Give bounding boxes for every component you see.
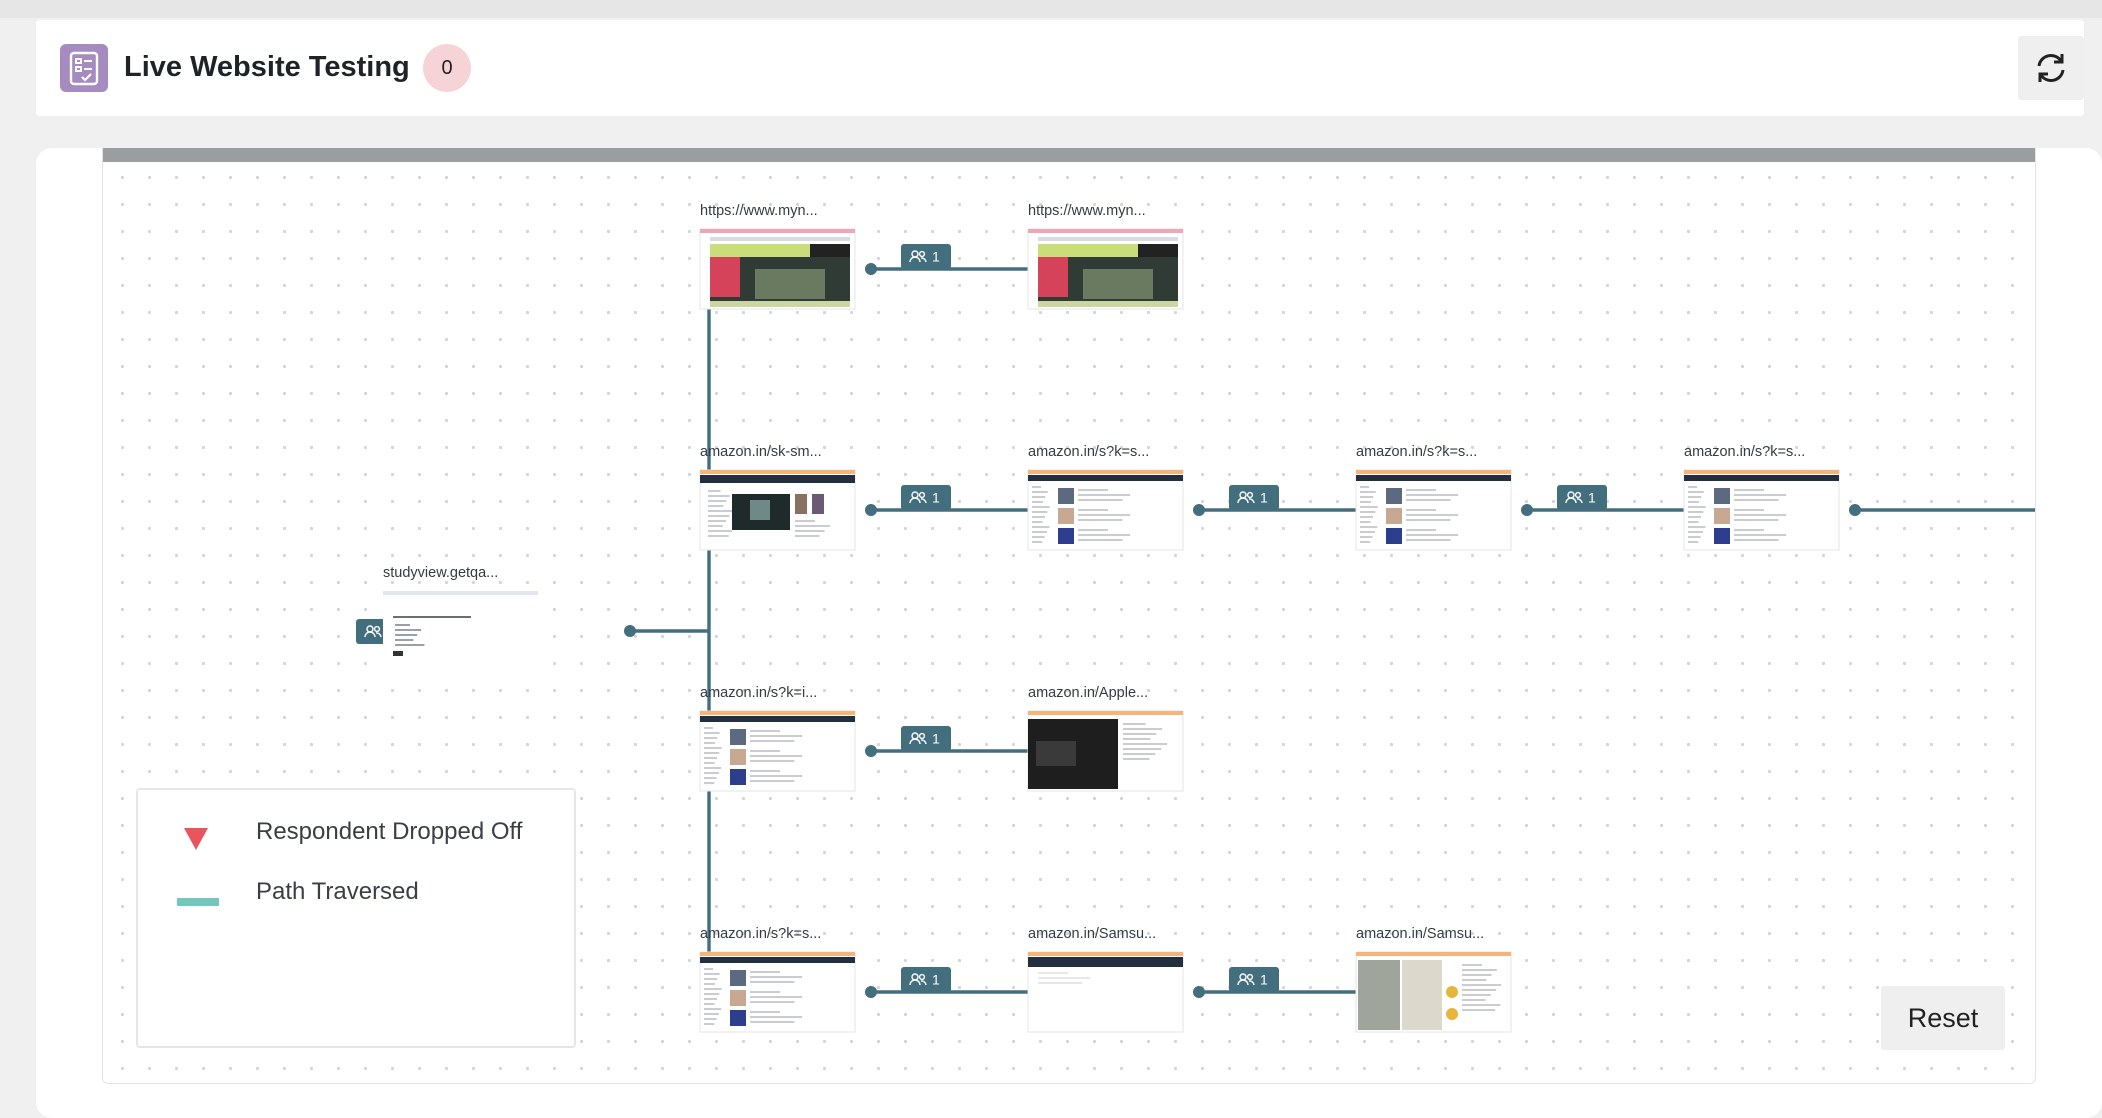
- edge-start-dot: [1849, 504, 1861, 516]
- top-band: [0, 0, 2102, 18]
- edge-start-dot: [624, 625, 636, 637]
- page-thumbnail[interactable]: [1027, 951, 1184, 1033]
- visitor-count: 1: [932, 249, 940, 265]
- legend-item-path-traversed: Path Traversed: [138, 872, 574, 912]
- edge-start-dot: [1521, 504, 1533, 516]
- refresh-button[interactable]: [2018, 36, 2084, 100]
- page-node-label: amazon.in/s?k=s...: [700, 926, 821, 942]
- page-title: Live Website Testing: [124, 51, 410, 83]
- page-thumbnail[interactable]: [383, 591, 538, 671]
- legend-label: Path Traversed: [256, 878, 419, 905]
- page-thumbnail[interactable]: [699, 228, 856, 310]
- page-node-label: https://www.myn...: [700, 203, 818, 219]
- visitor-count-badge[interactable]: 1: [901, 485, 951, 510]
- page-thumbnail[interactable]: [1355, 951, 1512, 1033]
- edge-start-dot: [865, 986, 877, 998]
- page-thumbnail[interactable]: [699, 710, 856, 792]
- dropped-off-marker-icon: [184, 828, 208, 850]
- page-node-label: amazon.in/Apple...: [1028, 685, 1148, 701]
- visitor-count: 1: [932, 490, 940, 506]
- page-thumbnail[interactable]: [699, 951, 856, 1033]
- legend: Respondent Dropped Off Path Traversed: [136, 788, 576, 1048]
- visitor-count: 1: [1588, 490, 1596, 506]
- visitor-count-badge[interactable]: 1: [901, 967, 951, 992]
- page-node-label: amazon.in/s?k=s...: [1684, 444, 1805, 460]
- page-node-label: amazon.in/s?k=s...: [1028, 444, 1149, 460]
- flow-edges: [424, 267, 2035, 994]
- path-traversed-marker-icon: [177, 898, 219, 906]
- edge-start-dot: [865, 263, 877, 275]
- page-node-label: amazon.in/s?k=s...: [1356, 444, 1477, 460]
- visitor-count-badge[interactable]: 1: [1229, 485, 1279, 510]
- edge-start-dot: [1193, 504, 1205, 516]
- visitor-count: 1: [932, 972, 940, 988]
- visitor-count-badge[interactable]: 1: [901, 244, 951, 269]
- reset-button[interactable]: Reset: [1881, 986, 2005, 1050]
- page-node-label: amazon.in/s?k=i...: [700, 685, 817, 701]
- page-thumbnail[interactable]: [699, 469, 856, 551]
- legend-label: Respondent Dropped Off: [256, 818, 523, 845]
- page-thumbnail[interactable]: [1683, 469, 1840, 551]
- visitor-count-badge[interactable]: 1: [901, 726, 951, 751]
- page-node-label: https://www.myn...: [1028, 203, 1146, 219]
- refresh-icon: [2037, 54, 2065, 82]
- edge-start-dot: [865, 504, 877, 516]
- page-thumbnail[interactable]: [1355, 469, 1512, 551]
- flow-canvas[interactable]: 111111111111studyview.getqa...https://ww…: [102, 148, 2036, 1084]
- page-node-label: amazon.in/sk-sm...: [700, 444, 822, 460]
- visitor-count-badge[interactable]: 1: [1557, 485, 1607, 510]
- page-header: Live Website Testing 0: [36, 20, 2084, 116]
- page-thumbnail[interactable]: [1027, 469, 1184, 551]
- page-thumbnail[interactable]: [1027, 228, 1184, 310]
- visitor-count: 1: [1260, 972, 1268, 988]
- page-node-label: amazon.in/Samsu...: [1356, 926, 1484, 942]
- visitor-count: 1: [932, 731, 940, 747]
- edge-start-dot: [1193, 986, 1205, 998]
- page-node-label: studyview.getqa...: [383, 565, 498, 581]
- response-count-badge: 0: [423, 44, 471, 92]
- visitor-count-badge[interactable]: 1: [1229, 967, 1279, 992]
- checklist-icon: [60, 44, 108, 92]
- page-node-label: amazon.in/Samsu...: [1028, 926, 1156, 942]
- legend-item-dropped-off: Respondent Dropped Off: [138, 812, 574, 852]
- edge-start-dot: [865, 745, 877, 757]
- page-thumbnail[interactable]: [1027, 710, 1184, 792]
- visitor-count: 1: [1260, 490, 1268, 506]
- flow-card: 111111111111studyview.getqa...https://ww…: [36, 148, 2102, 1118]
